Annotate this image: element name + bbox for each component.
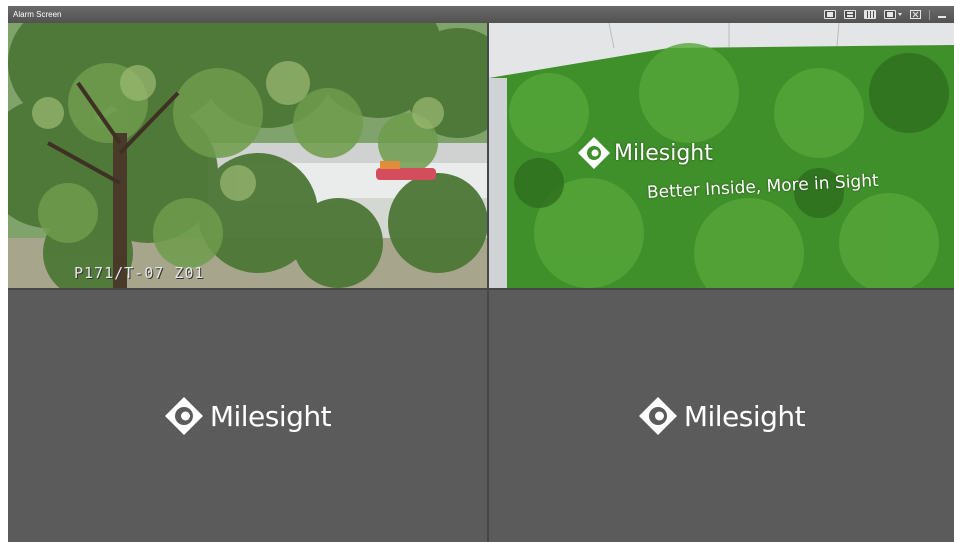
channel-3-brand: Milesight (209, 399, 332, 433)
layout-4-icon[interactable] (844, 10, 856, 19)
layout-more-icon (884, 10, 896, 19)
layout-dropdown[interactable] (884, 10, 902, 19)
chevron-down-icon (898, 13, 902, 16)
milesight-logo-icon (638, 397, 677, 435)
milesight-logo-icon (164, 397, 203, 435)
channel-1-osd: P171/T-07 Z01 (74, 264, 205, 282)
channel-2-brand: Milesight (614, 141, 713, 166)
channel-4-view[interactable]: Milesight (489, 290, 954, 542)
grid-divider-vertical (487, 23, 489, 542)
toolbar (824, 6, 946, 23)
channel-4-brand: Milesight (683, 399, 806, 433)
minimize-icon[interactable] (938, 16, 946, 18)
channel-1-view[interactable]: P171/T-07 Z01 (8, 23, 487, 288)
layout-9-icon[interactable] (864, 10, 876, 19)
title-bar: Alarm Screen (8, 6, 954, 23)
channel-3-placeholder: Milesight (8, 290, 487, 542)
tree-scene (8, 23, 487, 288)
video-grid: P171/T-07 Z01 Milesight Better Inside, M… (8, 23, 954, 542)
alarm-screen-window: Alarm Screen P171/T-07 Z01 Milesight Bet… (8, 6, 954, 542)
layout-1-icon[interactable] (824, 10, 836, 19)
close-screen-icon[interactable] (910, 10, 921, 19)
toolbar-divider (929, 9, 930, 20)
window-title: Alarm Screen (13, 10, 62, 19)
wall-scene (489, 23, 954, 288)
channel-3-view[interactable]: Milesight (8, 290, 487, 542)
grid-divider-horizontal (8, 288, 954, 290)
channel-2-view[interactable]: Milesight Better Inside, More in Sight (489, 23, 954, 288)
channel-4-placeholder: Milesight (489, 290, 954, 542)
